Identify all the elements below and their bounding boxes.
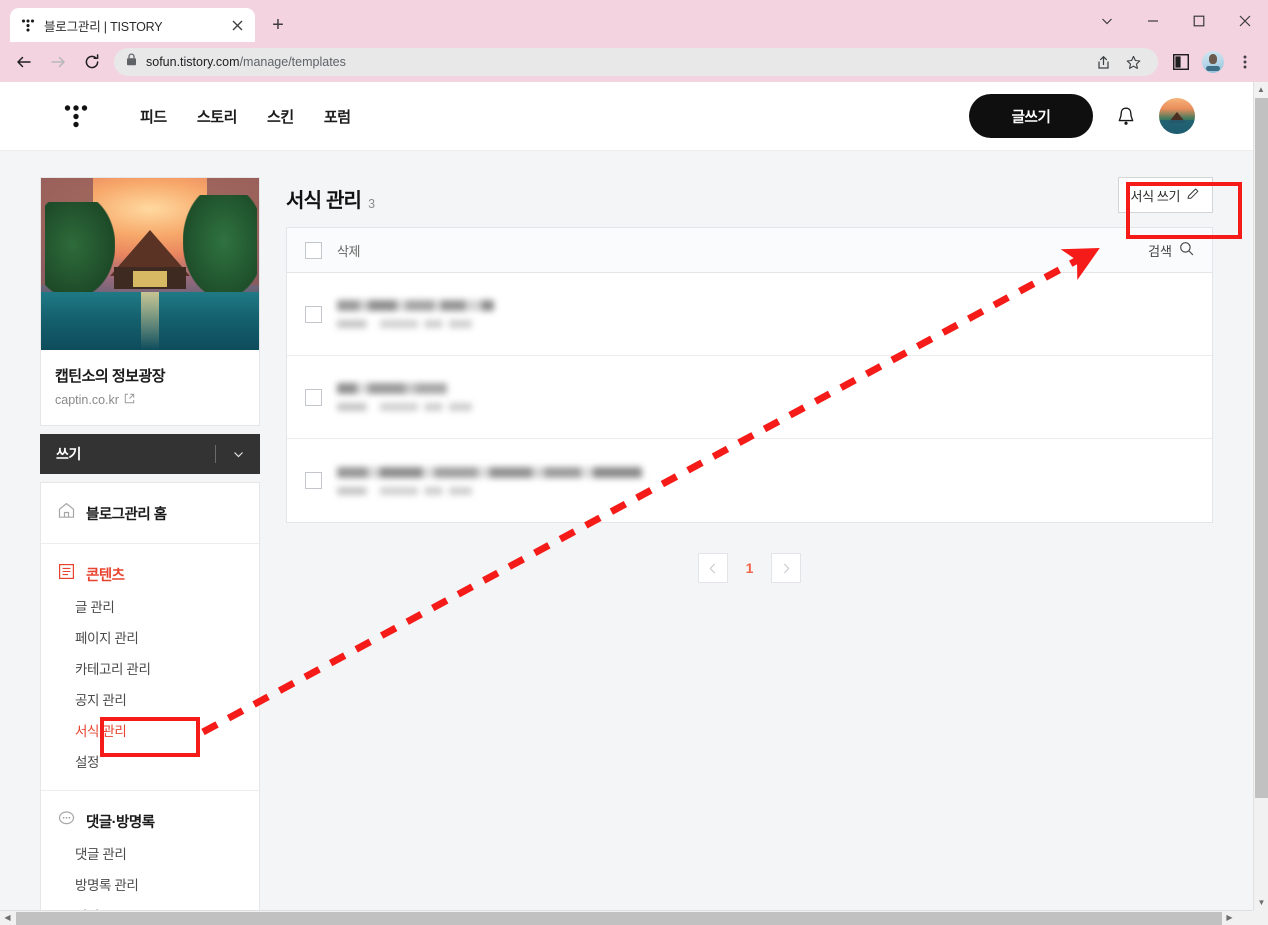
reload-icon[interactable] xyxy=(76,46,108,78)
new-tab-button[interactable]: + xyxy=(263,10,293,40)
profile-avatar-icon[interactable] xyxy=(1198,46,1228,78)
lock-icon xyxy=(126,53,137,71)
close-icon[interactable] xyxy=(228,16,246,34)
url-domain: sofun.tistory.com xyxy=(146,55,240,69)
scroll-right-arrow[interactable]: ▶ xyxy=(1222,911,1237,925)
star-icon[interactable] xyxy=(1120,49,1146,75)
maximize-button[interactable] xyxy=(1176,0,1222,42)
browser-toolbar: sofun.tistory.com/manage/templates xyxy=(0,42,1268,82)
chrome-menu-icon[interactable] xyxy=(1230,46,1260,78)
vertical-scrollbar[interactable]: ▲ ▼ xyxy=(1253,82,1268,910)
page-viewport: 피드 스토리 스킨 포럼 글쓰기 캡틴소의 정보광장 captin.co.kr … xyxy=(0,82,1268,925)
url-text: sofun.tistory.com/manage/templates xyxy=(146,55,346,69)
minimize-button[interactable] xyxy=(1130,0,1176,42)
horizontal-scroll-thumb[interactable] xyxy=(16,911,1222,925)
scroll-up-arrow[interactable]: ▲ xyxy=(1254,82,1268,97)
tab-strip: 블로그관리 | TISTORY + xyxy=(0,0,1268,42)
annotation-layer xyxy=(201,248,1100,736)
close-window-button[interactable] xyxy=(1222,0,1268,42)
back-arrow-icon[interactable] xyxy=(8,46,40,78)
tistory-dots-icon xyxy=(19,17,36,34)
url-path: /manage/templates xyxy=(239,55,346,69)
tab-search-button[interactable] xyxy=(1084,0,1130,42)
window-controls xyxy=(1084,0,1268,42)
share-icon[interactable] xyxy=(1090,49,1116,75)
horizontal-scrollbar[interactable]: ◀ ▶ xyxy=(0,910,1268,925)
browser-tab[interactable]: 블로그관리 | TISTORY xyxy=(10,8,255,42)
scroll-left-arrow[interactable]: ◀ xyxy=(0,911,15,925)
browser-window: 블로그관리 | TISTORY + sofun.tistory.com/mana… xyxy=(0,0,1268,925)
annotation-arrow xyxy=(201,248,1100,736)
address-bar[interactable]: sofun.tistory.com/manage/templates xyxy=(114,48,1158,76)
side-panel-icon[interactable] xyxy=(1166,46,1196,78)
tab-title: 블로그관리 | TISTORY xyxy=(44,19,163,34)
forward-arrow-icon[interactable] xyxy=(42,46,74,78)
avatar xyxy=(1202,51,1224,73)
scroll-down-arrow[interactable]: ▼ xyxy=(1254,895,1268,910)
scrollbar-corner xyxy=(1253,910,1268,925)
vertical-scroll-thumb[interactable] xyxy=(1255,98,1268,798)
